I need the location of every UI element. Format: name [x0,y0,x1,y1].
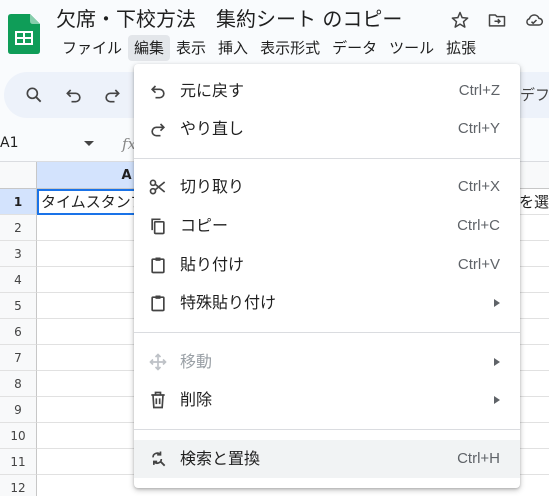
submenu-arrow-icon [494,299,500,307]
menu-item-label: やり直し [180,119,245,138]
menu-view[interactable]: 表示 [170,35,212,61]
menu-item-label: 貼り付け [180,255,245,274]
menu-data[interactable]: データ [326,35,383,61]
menu-item-undo[interactable]: 元に戻す Ctrl+Z [134,72,520,110]
row-header[interactable]: 6 [0,319,37,345]
menu-edit[interactable]: 編集 [128,35,171,61]
menu-insert[interactable]: 挿入 [212,35,254,61]
select-all-corner[interactable] [0,162,37,189]
menu-item-shortcut: Ctrl+V [457,256,500,273]
row-header[interactable]: 11 [0,449,37,475]
undo-icon[interactable] [64,85,84,105]
cloud-saved-icon[interactable] [524,10,544,30]
row-header[interactable]: 8 [0,371,37,397]
menu-item-delete[interactable]: 削除 [134,381,520,419]
redo-icon [151,123,166,137]
menu-item-label: 移動 [180,352,213,371]
menu-item-paste[interactable]: 貼り付け Ctrl+V [134,246,520,284]
menu-item-redo[interactable]: やり直し Ctrl+Y [134,110,520,148]
spreadsheet-app: 欠席・下校方法 集約シート のコピー ファイル 編集 表示 挿入 表示形式 デー… [0,0,549,496]
row-header[interactable]: 9 [0,397,37,423]
menu-format[interactable]: 表示形式 [254,35,326,61]
document-title[interactable]: 欠席・下校方法 集約シート のコピー [56,6,402,32]
menu-file[interactable]: ファイル [56,35,128,61]
menu-item-shortcut: Ctrl+X [457,178,500,195]
row-header[interactable]: 3 [0,241,37,267]
menu-item-find-replace[interactable]: 検索と置換 Ctrl+H [134,440,520,478]
row-header[interactable]: 1 [0,189,37,215]
menu-item-label: 特殊貼り付け [180,293,277,312]
menu-item-label: コピー [180,216,229,235]
sheets-logo-icon[interactable] [8,14,40,54]
menu-item-paste-special[interactable]: 特殊貼り付け [134,284,520,322]
menu-item-shortcut: Ctrl+Y [457,120,500,137]
menu-item-label: 切り取り [180,177,245,196]
row-header[interactable]: 7 [0,345,37,371]
move-to-folder-icon[interactable] [487,10,507,30]
menu-item-label: 削除 [180,390,213,409]
menu-item-label: 元に戻す [180,81,245,100]
menu-tools[interactable]: ツール [383,35,440,61]
scissors-icon [149,179,166,195]
menu-item-copy[interactable]: コピー Ctrl+C [134,207,520,245]
menu-item-shortcut: Ctrl+Z [458,82,500,99]
menu-item-label: 検索と置換 [180,449,261,468]
menu-item-shortcut: Ctrl+H [457,450,500,467]
menu-bar: ファイル 編集 表示 挿入 表示形式 データ ツール 拡張 [56,35,482,61]
menu-extensions[interactable]: 拡張 [440,35,482,61]
clipboard-icon [151,257,165,274]
menu-item-shortcut: Ctrl+C [457,217,500,234]
name-box[interactable]: A1 [0,135,18,151]
edit-menu-dropdown: 元に戻す Ctrl+Z やり直し Ctrl+Y 切り取り Ctrl+X コピー … [134,64,520,488]
name-box-dropdown-icon[interactable] [84,141,94,146]
row-header[interactable]: 12 [0,475,37,496]
row-header[interactable]: 2 [0,215,37,241]
trash-icon [151,391,165,409]
cell-row1-right[interactable]: を選択 [519,191,549,213]
submenu-arrow-icon [494,396,500,404]
star-icon[interactable] [450,10,470,30]
menu-item-cut[interactable]: 切り取り Ctrl+X [134,168,520,206]
search-icon[interactable] [24,85,44,105]
find-replace-icon [152,451,166,467]
menu-separator [134,158,520,159]
clipboard-icon [151,295,165,312]
undo-icon [150,85,165,99]
copy-icon [151,218,165,235]
menu-separator [134,429,520,430]
move-icon [149,353,167,371]
font-family-select[interactable]: デフ [520,84,549,105]
submenu-arrow-icon [494,358,500,366]
row-header[interactable]: 5 [0,293,37,319]
menu-item-move: 移動 [134,343,520,381]
menu-separator [134,332,520,333]
redo-icon[interactable] [102,85,122,105]
row-header[interactable]: 4 [0,267,37,293]
row-header[interactable]: 10 [0,423,37,449]
